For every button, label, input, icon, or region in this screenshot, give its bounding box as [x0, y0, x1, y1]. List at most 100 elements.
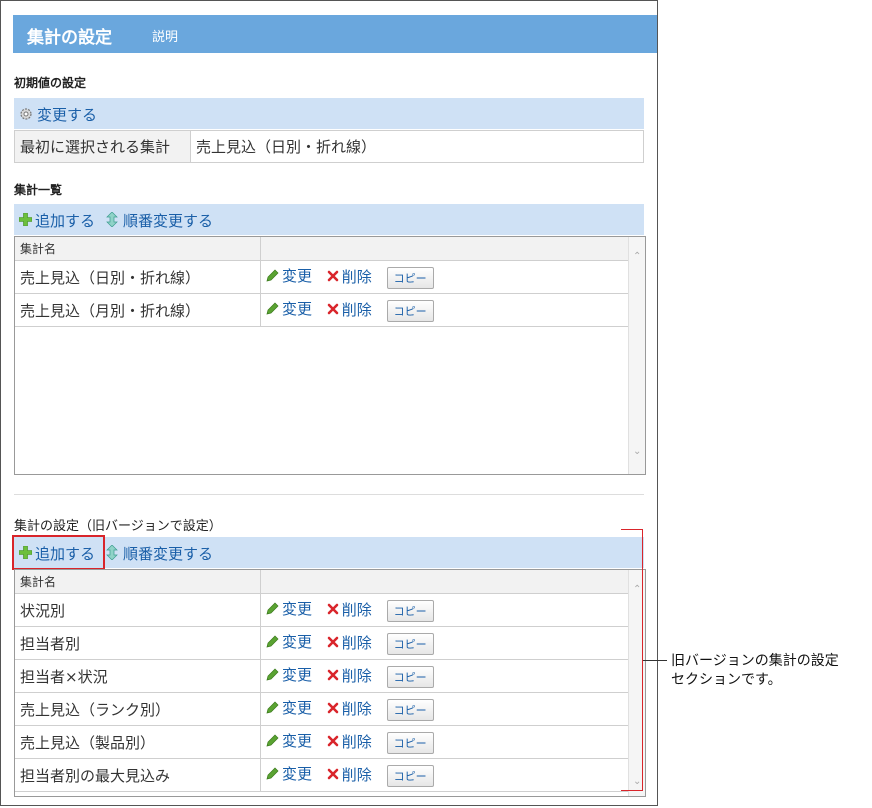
- pencil-icon: [266, 602, 279, 615]
- aggregate-name: 担当者×状況: [15, 659, 261, 693]
- edit-label: 変更: [282, 600, 313, 619]
- pencil-icon: [266, 302, 279, 315]
- copy-button[interactable]: コピー: [386, 299, 434, 322]
- delete-x-icon: [327, 669, 339, 681]
- row-actions: 変更 削除 コピー: [260, 626, 629, 660]
- column-header-actions: [260, 570, 629, 594]
- edit-link[interactable]: 変更: [266, 298, 312, 319]
- delete-label: 削除: [341, 267, 372, 286]
- annotation-bracket: [621, 529, 643, 791]
- pencil-icon: [266, 767, 279, 780]
- edit-label: 変更: [282, 765, 313, 784]
- edit-label: 変更: [282, 267, 313, 286]
- aggregate-name: 売上見込（ランク別）: [15, 692, 261, 726]
- edit-label: 変更: [282, 699, 313, 718]
- row-actions: 変更 削除 コピー: [260, 725, 629, 759]
- edit-link[interactable]: 変更: [266, 598, 312, 619]
- reorder-icon: [106, 545, 118, 560]
- aggregate-name: 売上見込（日別・折れ線）: [15, 260, 261, 294]
- copy-button[interactable]: コピー: [386, 599, 434, 622]
- delete-link[interactable]: 削除: [327, 299, 372, 320]
- delete-label: 削除: [341, 633, 372, 652]
- aggregate-name: 売上見込（月別・折れ線）: [15, 293, 261, 327]
- edit-link[interactable]: 変更: [266, 763, 312, 784]
- list-scrollbar[interactable]: ⌃ ⌄: [628, 237, 645, 474]
- edit-link[interactable]: 変更: [266, 664, 312, 685]
- delete-x-icon: [327, 702, 339, 714]
- delete-link[interactable]: 削除: [327, 266, 372, 287]
- legacy-section-title: 集計の設定（旧バージョンで設定）: [14, 519, 222, 534]
- gear-icon: [20, 108, 32, 120]
- legacy-aggregate-table: 集計名 状況別 変更 削除 コピー 担当者別 変更 削除 コピー 担当者×状況 …: [15, 570, 629, 792]
- aggregate-table: 集計名 売上見込（日別・折れ線） 変更 削除 コピー 売上見込（月別・折れ線） …: [15, 237, 629, 327]
- edit-link[interactable]: 変更: [266, 265, 312, 286]
- delete-link[interactable]: 削除: [327, 599, 372, 620]
- initial-row: 最初に選択される集計 売上見込（日別・折れ線）: [14, 130, 644, 163]
- section-divider: [14, 494, 644, 495]
- copy-button[interactable]: コピー: [386, 632, 434, 655]
- edit-label: 変更: [282, 732, 313, 751]
- delete-label: 削除: [341, 765, 372, 784]
- scroll-up-icon[interactable]: ⌃: [633, 252, 641, 262]
- copy-button[interactable]: コピー: [386, 665, 434, 688]
- annotation-text: 旧バージョンの集計の設定 セクションです。: [671, 652, 839, 690]
- page-header: 集計の設定 説明: [13, 15, 657, 53]
- legacy-toolbar: 追加する 順番変更する: [14, 537, 644, 568]
- annotation-leader-line: [643, 660, 667, 661]
- row-actions: 変更 削除 コピー: [260, 293, 629, 327]
- delete-link[interactable]: 削除: [327, 632, 372, 653]
- legacy-reorder-link[interactable]: 順番変更する: [123, 543, 213, 564]
- edit-link[interactable]: 変更: [266, 697, 312, 718]
- edit-link[interactable]: 変更: [266, 631, 312, 652]
- delete-x-icon: [327, 270, 339, 282]
- delete-label: 削除: [341, 699, 372, 718]
- reorder-link[interactable]: 順番変更する: [123, 210, 213, 231]
- delete-label: 削除: [341, 732, 372, 751]
- edit-link[interactable]: 変更: [266, 730, 312, 751]
- column-header-actions: [260, 237, 629, 261]
- legacy-aggregate-list[interactable]: 集計名 状況別 変更 削除 コピー 担当者別 変更 削除 コピー 担当者×状況 …: [14, 569, 646, 797]
- pencil-icon: [266, 269, 279, 282]
- change-initial-link[interactable]: 変更する: [37, 104, 97, 125]
- annotation-line-1: 旧バージョンの集計の設定: [671, 653, 839, 669]
- initial-toolbar: 変更する: [14, 98, 644, 129]
- add-link[interactable]: 追加する: [35, 210, 95, 231]
- plus-icon: [19, 213, 32, 226]
- delete-link[interactable]: 削除: [327, 665, 372, 686]
- settings-panel: 集計の設定 説明 初期値の設定 変更する 最初に選択される集計 売上見込（日別・…: [0, 0, 658, 806]
- copy-button[interactable]: コピー: [386, 764, 434, 787]
- list-toolbar: 追加する 順番変更する: [14, 204, 644, 235]
- edit-label: 変更: [282, 633, 313, 652]
- row-actions: 変更 削除 コピー: [260, 593, 629, 627]
- delete-x-icon: [327, 303, 339, 315]
- delete-x-icon: [327, 735, 339, 747]
- delete-link[interactable]: 削除: [327, 764, 372, 785]
- table-row: 売上見込（ランク別） 変更 削除 コピー: [15, 692, 629, 726]
- column-header-name: 集計名: [15, 570, 261, 594]
- aggregate-name: 売上見込（製品別）: [15, 725, 261, 759]
- list-section-title: 集計一覧: [14, 183, 63, 197]
- copy-button[interactable]: コピー: [386, 698, 434, 721]
- copy-button[interactable]: コピー: [386, 731, 434, 754]
- table-row: 担当者別の最大見込み 変更 削除 コピー: [15, 758, 629, 792]
- copy-button[interactable]: コピー: [386, 266, 434, 289]
- table-row: 売上見込（製品別） 変更 削除 コピー: [15, 725, 629, 759]
- scroll-down-icon[interactable]: ⌄: [633, 447, 641, 457]
- delete-label: 削除: [341, 300, 372, 319]
- initial-table: 最初に選択される集計 売上見込（日別・折れ線）: [14, 130, 644, 163]
- table-row: 売上見込（日別・折れ線） 変更 削除 コピー: [15, 260, 629, 294]
- table-row: 売上見込（月別・折れ線） 変更 削除 コピー: [15, 293, 629, 327]
- delete-link[interactable]: 削除: [327, 698, 372, 719]
- row-actions: 変更 削除 コピー: [260, 659, 629, 693]
- delete-x-icon: [327, 636, 339, 648]
- initial-value: 売上見込（日別・折れ線）: [190, 130, 644, 163]
- aggregate-list[interactable]: 集計名 売上見込（日別・折れ線） 変更 削除 コピー 売上見込（月別・折れ線） …: [14, 236, 646, 475]
- delete-link[interactable]: 削除: [327, 731, 372, 752]
- aggregate-name: 担当者別: [15, 626, 261, 660]
- help-link[interactable]: 説明: [152, 26, 178, 45]
- table-header-row: 集計名: [15, 570, 629, 594]
- pencil-icon: [266, 701, 279, 714]
- row-actions: 変更 削除 コピー: [260, 260, 629, 294]
- initial-key: 最初に選択される集計: [14, 130, 191, 163]
- table-header-row: 集計名: [15, 237, 629, 261]
